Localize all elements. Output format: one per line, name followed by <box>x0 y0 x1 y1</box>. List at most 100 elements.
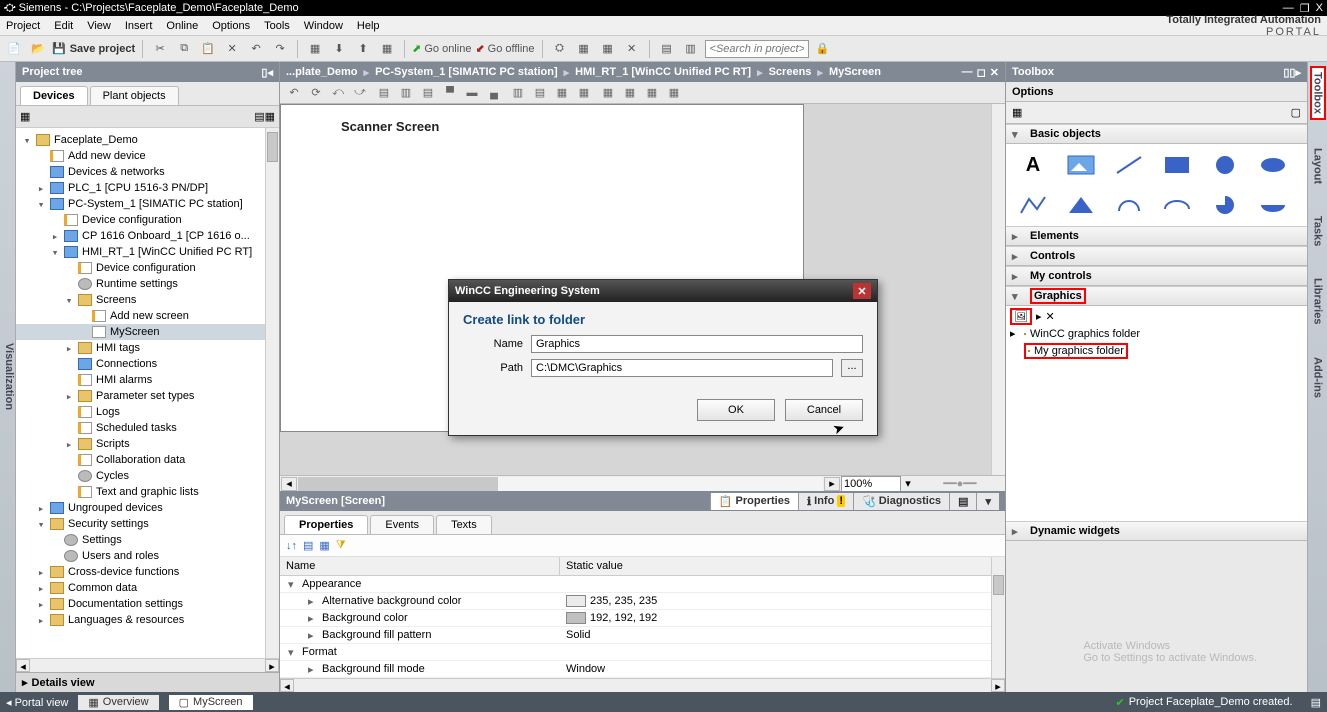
my-graphics-folder[interactable]: My graphics folder <box>1010 342 1303 359</box>
list-icon[interactable]: ▤ <box>303 539 313 552</box>
expand-icon[interactable]: ▸ <box>36 566 46 579</box>
expand-icon[interactable]: ▸ <box>64 390 74 403</box>
undo-icon[interactable]: ↶ <box>246 39 266 59</box>
inspector-collapse-icon[interactable]: ▾ <box>976 493 999 510</box>
line-tool[interactable] <box>1114 154 1144 176</box>
tree-scrollbar[interactable] <box>265 128 279 658</box>
bc-close-icon[interactable]: ✕ <box>990 66 999 79</box>
hscroll-left[interactable]: ◂ <box>16 659 30 672</box>
tab-devices[interactable]: Devices <box>20 86 88 105</box>
zoom-slider[interactable]: ━━●━━ <box>915 477 1005 490</box>
arc-tool[interactable] <box>1114 194 1144 216</box>
ellipse-segment-tool[interactable] <box>1258 194 1288 216</box>
portal-view-button[interactable]: ◂ Portal view <box>6 696 68 709</box>
subtab-events[interactable]: Events <box>370 515 434 534</box>
tree-node[interactable]: Settings <box>16 532 279 548</box>
project-tree[interactable]: ▾Faceplate_DemoAdd new deviceDevices & n… <box>16 128 279 658</box>
expand-icon[interactable]: ▾ <box>36 518 46 531</box>
tree-node[interactable]: ▾Screens <box>16 292 279 308</box>
ct-g1[interactable]: ▦ <box>574 84 594 102</box>
menu-online[interactable]: Online <box>166 20 198 32</box>
tree-node[interactable]: MyScreen <box>16 324 279 340</box>
tree-node[interactable]: ▸Languages & resources <box>16 612 279 628</box>
section-elements[interactable]: ▸Elements <box>1006 226 1307 246</box>
tree-node[interactable]: ▾Faceplate_Demo <box>16 132 279 148</box>
col-static[interactable]: Static value <box>560 557 1005 575</box>
tab-myscreen[interactable]: ▢MyScreen <box>169 695 253 710</box>
bc-3[interactable]: Screens <box>769 66 812 78</box>
ct-align-r[interactable]: ▤ <box>418 84 438 102</box>
tree-node[interactable]: Scheduled tasks <box>16 420 279 436</box>
tab-overview[interactable]: ▦Overview <box>78 695 158 710</box>
expand-icon[interactable]: ▸ <box>64 438 74 451</box>
ct-1[interactable]: ⟳ <box>306 84 326 102</box>
section-dynamic-widgets[interactable]: ▸Dynamic widgets <box>1006 521 1307 541</box>
status-expand-icon[interactable]: ▤ <box>1311 696 1321 709</box>
ct-o1[interactable]: ▦ <box>598 84 618 102</box>
graphics-close-icon[interactable]: ✕ <box>1046 310 1055 323</box>
hscroll-track[interactable] <box>298 477 823 491</box>
tree-node[interactable]: ▸Ungrouped devices <box>16 500 279 516</box>
polygon-tool[interactable] <box>1066 194 1096 216</box>
open-project-icon[interactable]: 📂 <box>28 39 48 59</box>
bc-0[interactable]: ...plate_Demo <box>286 66 358 78</box>
tree-view-icon-2[interactable]: ▦ <box>265 111 275 123</box>
tree-node[interactable]: ▸Cross-device functions <box>16 564 279 580</box>
expand-icon[interactable]: ▸ <box>50 230 60 243</box>
tree-view-icon-1[interactable]: ▤ <box>254 111 264 123</box>
tree-node[interactable]: Text and graphic lists <box>16 484 279 500</box>
sidetab-toolbox[interactable]: Toolbox <box>1310 66 1326 120</box>
col-name[interactable]: Name <box>280 557 560 575</box>
tree-node[interactable]: Runtime settings <box>16 276 279 292</box>
menu-tools[interactable]: Tools <box>264 20 290 32</box>
sidetab-layout[interactable]: Layout <box>1312 144 1324 188</box>
ct-align-b[interactable]: ▄ <box>484 84 504 102</box>
sidetab-tasks[interactable]: Tasks <box>1312 212 1324 250</box>
options-expand-icon[interactable]: ▢ <box>1291 106 1301 119</box>
section-basic-objects[interactable]: ▾Basic objects <box>1006 124 1307 144</box>
bc-min-icon[interactable]: — <box>962 66 973 79</box>
tree-node[interactable]: Add new screen <box>16 308 279 324</box>
property-row[interactable]: ▸Background color192, 192, 192 <box>280 610 1005 627</box>
sort-icon[interactable]: ↓↑ <box>286 540 297 552</box>
go-online-button[interactable]: ⬈Go online <box>412 42 471 55</box>
redo-icon[interactable]: ↷ <box>270 39 290 59</box>
tab-properties-main[interactable]: 📋Properties <box>710 493 798 510</box>
menu-insert[interactable]: Insert <box>125 20 153 32</box>
ct-size[interactable]: ▦ <box>552 84 572 102</box>
save-project-button[interactable]: 💾 Save project <box>52 42 135 55</box>
menu-edit[interactable]: Edit <box>54 20 73 32</box>
path-input[interactable] <box>531 359 833 377</box>
ct-dist-v[interactable]: ▤ <box>530 84 550 102</box>
canvas-vscroll[interactable] <box>991 104 1005 475</box>
ct-dist-h[interactable]: ▥ <box>508 84 528 102</box>
expand-icon[interactable]: ▾ <box>64 294 74 307</box>
ct-o2[interactable]: ▦ <box>620 84 640 102</box>
tab-diagnostics-main[interactable]: 🩺Diagnostics <box>853 493 949 510</box>
expand-icon[interactable]: ▾ <box>22 134 32 147</box>
ct-o3[interactable]: ▦ <box>642 84 662 102</box>
graphics-collapse-icon[interactable]: ▸ <box>1036 310 1042 323</box>
ct-2[interactable]: ⤺ <box>328 84 348 102</box>
hscroll-right[interactable]: ▸ <box>265 659 279 672</box>
tool-icon-3[interactable]: ▦ <box>598 39 618 59</box>
circle-tool[interactable] <box>1210 154 1240 176</box>
delete-icon[interactable]: ✕ <box>222 39 242 59</box>
tree-node[interactable]: Device configuration <box>16 212 279 228</box>
tool-icon-4[interactable]: ✕ <box>622 39 642 59</box>
compile-icon[interactable]: ▦ <box>305 39 325 59</box>
section-controls[interactable]: ▸Controls <box>1006 246 1307 266</box>
property-row[interactable]: ▸Background fill patternSolid <box>280 627 1005 644</box>
tree-node[interactable]: Cycles <box>16 468 279 484</box>
expand-icon[interactable]: ▸ <box>36 502 46 515</box>
sidetab-addins[interactable]: Add-ins <box>1312 353 1324 402</box>
ct-o4[interactable]: ▦ <box>664 84 684 102</box>
prop-hscroll-left[interactable]: ◂ <box>280 679 294 692</box>
bc-2[interactable]: HMI_RT_1 [WinCC Unified PC RT] <box>575 66 751 78</box>
grid-icon[interactable]: ▦ <box>319 539 329 552</box>
text-tool[interactable]: A <box>1018 154 1048 176</box>
ct-align-t[interactable]: ▀ <box>440 84 460 102</box>
property-row[interactable]: ▾Format <box>280 644 1005 661</box>
left-rail-visualization[interactable]: Visualization <box>0 62 16 692</box>
tool-icon-2[interactable]: ▦ <box>574 39 594 59</box>
